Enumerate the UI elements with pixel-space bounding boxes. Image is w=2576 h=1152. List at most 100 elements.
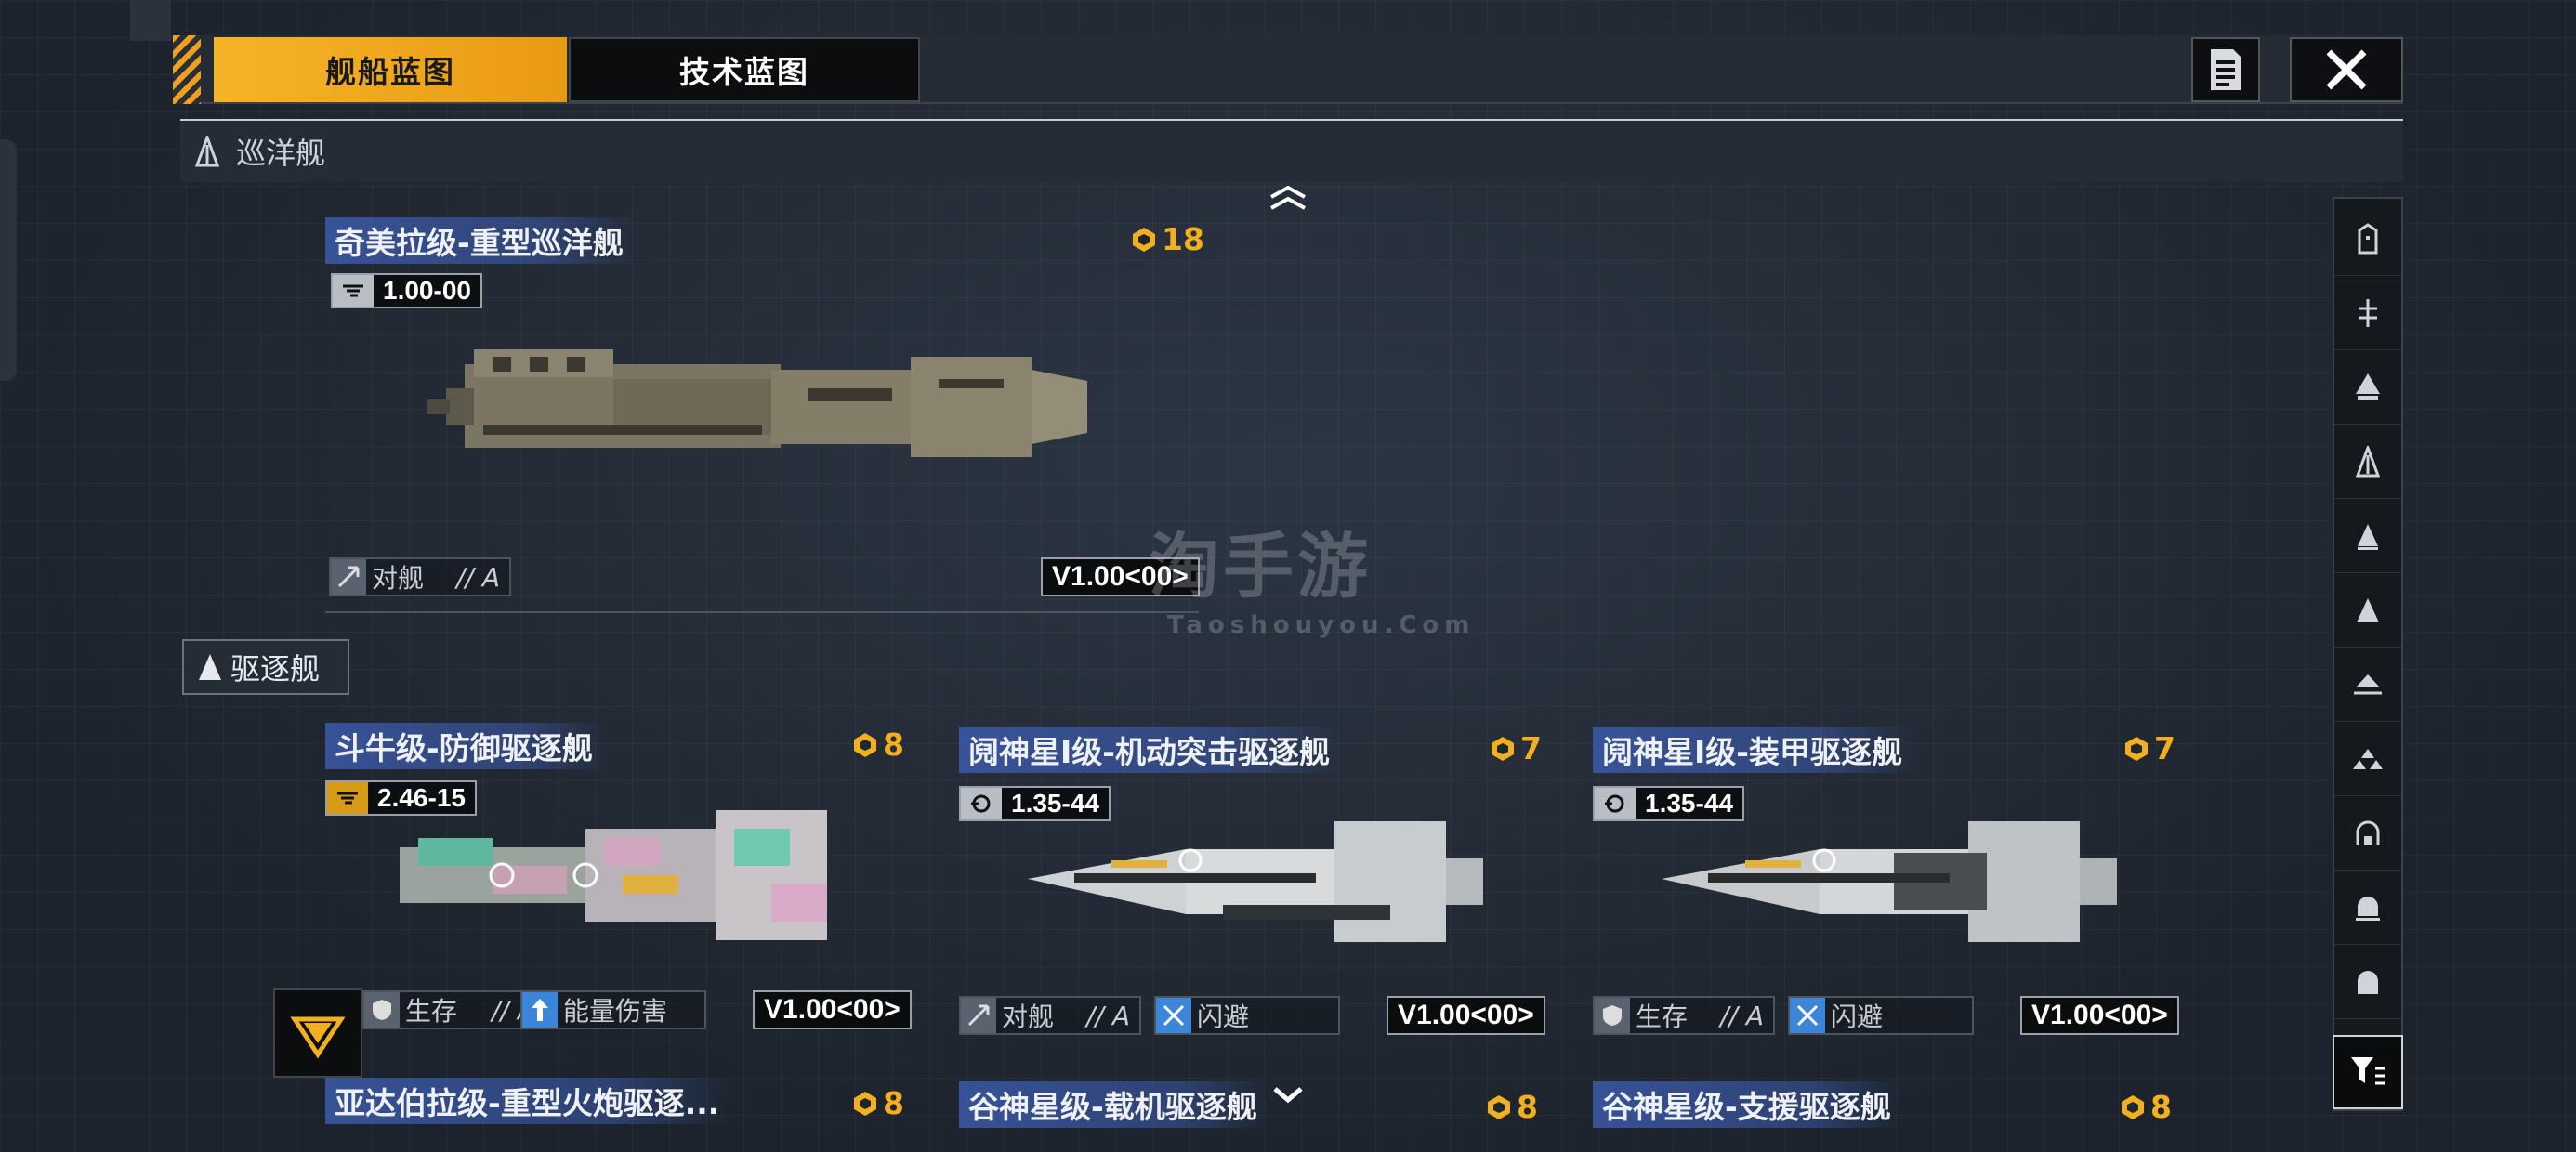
destroyer-class-icon	[199, 654, 221, 680]
evasion-icon	[1156, 998, 1191, 1033]
ship-cost-value: 8	[2150, 1089, 2172, 1125]
tab-tech-blueprint[interactable]: 技术蓝图	[569, 37, 920, 102]
cost-icon	[854, 1091, 876, 1116]
speed-icon	[961, 788, 1002, 819]
rank-emblem-icon	[290, 1016, 346, 1059]
ship-cost: 8	[851, 1085, 904, 1121]
cost-icon	[854, 732, 876, 757]
speed-icon	[327, 782, 368, 814]
tab-accent-stripe	[173, 35, 201, 104]
support-icon	[2356, 897, 2380, 921]
light-cruiser-icon	[2358, 524, 2378, 550]
ship-name: 阋神星I级-装甲驱逐舰	[1593, 727, 1915, 773]
battlecruiser-icon	[2359, 299, 2377, 327]
aircraft-icon	[2356, 820, 2380, 845]
role-tag: 生存 // A	[1593, 996, 1775, 1035]
other-class-icon	[2358, 971, 2378, 994]
sidebar-item-destroyer[interactable]	[2334, 574, 2401, 648]
ship-cost: 8	[851, 727, 904, 763]
role-tag: 对舰 // A	[959, 996, 1141, 1035]
cruiser-icon	[2355, 446, 2381, 478]
leader-line	[325, 611, 1199, 613]
version-label: V1.00<00>	[2020, 996, 2179, 1035]
ship-cost-value: 8	[883, 727, 904, 763]
watermark: 淘手游 Taoshouyou.Com	[1149, 509, 1475, 639]
role-tag-grade: // A	[1086, 1000, 1130, 1031]
version-label: V1.00<00>	[1387, 996, 1545, 1035]
top-corner-decoration	[130, 0, 171, 41]
energy-damage-icon	[522, 992, 558, 1028]
role-tag: 对舰 // A	[329, 557, 511, 596]
chevron-down-icon	[1273, 1087, 1303, 1104]
sidebar-item-other[interactable]	[2334, 946, 2401, 1019]
sidebar-item-heavy-cruiser[interactable]	[2334, 351, 2401, 425]
role-tag-grade: // A	[456, 561, 500, 593]
sidebar-item-light-cruiser[interactable]	[2334, 500, 2401, 573]
ship-card-ceres-carrier[interactable]: 谷神星级-载机驱逐舰 8	[959, 1081, 1543, 1137]
ship-card-ceres-support[interactable]: 谷神星级-支援驱逐舰 8	[1593, 1081, 2176, 1137]
close-button[interactable]	[2290, 37, 2403, 102]
ship-card-aldabra[interactable]: 亚达伯拉级-重型火炮驱逐... 8	[325, 1078, 909, 1133]
ship-name: 斗牛级-防御驱逐舰	[325, 723, 606, 769]
ship-card-eris-armor[interactable]: 阋神星I级-装甲驱逐舰 7 1.35-44 生存 // A 闪避 V1.00<0…	[1593, 727, 2179, 1042]
sidebar-item-cruiser[interactable]	[2334, 425, 2401, 499]
ship-cost: 8	[2119, 1089, 2172, 1125]
ship-cost-value: 18	[1162, 221, 1204, 257]
sidebar-item-battlecruiser[interactable]	[2334, 277, 2401, 350]
frigate-icon	[2354, 674, 2382, 695]
role-tag: 生存 // A	[362, 990, 546, 1029]
role-tag-label: 生存	[405, 996, 458, 1027]
chevron-up-icon	[1270, 185, 1306, 210]
role-tag-label: 对舰	[372, 563, 425, 594]
role-tag-grade: // A	[1720, 1000, 1764, 1031]
ship-class-sidebar	[2333, 197, 2403, 1111]
sidebar-item-aircraft[interactable]	[2334, 797, 2401, 871]
ship-cost-value: 7	[2154, 730, 2175, 766]
cruiser-class-icon	[194, 136, 220, 167]
sidebar-item-carrier[interactable]	[2334, 203, 2401, 276]
ship-cost: 8	[1485, 1089, 1538, 1125]
role-tag: 能量伤害	[520, 990, 706, 1029]
role-tag-label: 能量伤害	[563, 996, 668, 1027]
ship-name: 阋神星I级-机动突击驱逐舰	[959, 727, 1343, 773]
ship-cost: 7	[2123, 730, 2175, 766]
close-icon	[2326, 49, 2367, 90]
sidebar-item-frigate[interactable]	[2334, 648, 2401, 722]
filter-button[interactable]	[2333, 1035, 2403, 1109]
cost-icon	[1492, 736, 1514, 761]
ship-name: 谷神星级-载机驱逐舰	[959, 1081, 1270, 1128]
destroyer-icon	[2357, 598, 2379, 622]
role-tag-label: 闪避	[1197, 1001, 1250, 1032]
ship-name: 亚达伯拉级-重型火炮驱逐...	[325, 1078, 733, 1124]
ship-card-taurus[interactable]: 斗牛级-防御驱逐舰 8 2.46-15 生存 // A 能量伤害 V1.00<0…	[325, 723, 912, 1039]
sidebar-item-corvette[interactable]	[2334, 723, 2401, 796]
cost-icon	[1133, 227, 1155, 252]
ship-image	[427, 349, 1087, 457]
sidebar-item-support[interactable]	[2334, 871, 2401, 945]
watermark-url: Taoshouyou.Com	[1167, 611, 1476, 639]
ship-cost-value: 8	[883, 1085, 904, 1121]
evasion-icon	[1790, 998, 1825, 1033]
section-header-cruiser: 巡洋舰	[180, 119, 2403, 182]
left-edge-handle[interactable]	[0, 139, 17, 381]
stat-badge: 1.00-00	[331, 273, 482, 308]
ship-image	[1662, 821, 2117, 942]
role-tag-label: 生存	[1636, 1001, 1689, 1032]
survival-icon	[1595, 998, 1630, 1033]
scroll-up-button[interactable]	[1268, 184, 1308, 216]
document-button[interactable]	[2191, 37, 2260, 102]
section-title-destroyer: 驱逐舰	[230, 651, 321, 687]
role-tag-label: 对舰	[1002, 1001, 1055, 1032]
ship-card-chimera[interactable]: 奇美拉级-重型巡洋舰 18 1.00-00 对舰 // A V1.00<00>	[325, 217, 1204, 613]
carrier-icon	[2358, 223, 2378, 255]
cost-icon	[2125, 736, 2148, 761]
ship-cost-value: 7	[1520, 730, 1542, 766]
scroll-down-button[interactable]	[1271, 1083, 1305, 1109]
speed-icon	[333, 275, 374, 307]
ship-cost-value: 8	[1517, 1089, 1538, 1125]
ship-image	[1028, 821, 1483, 942]
cost-icon	[1488, 1094, 1510, 1119]
ship-card-eris-assault[interactable]: 阋神星I级-机动突击驱逐舰 7 1.35-44 对舰 // A 闪避 V1.00…	[959, 727, 1545, 1042]
tab-ship-blueprint[interactable]: 舰船蓝图	[214, 37, 567, 102]
player-avatar[interactable]	[273, 988, 362, 1078]
